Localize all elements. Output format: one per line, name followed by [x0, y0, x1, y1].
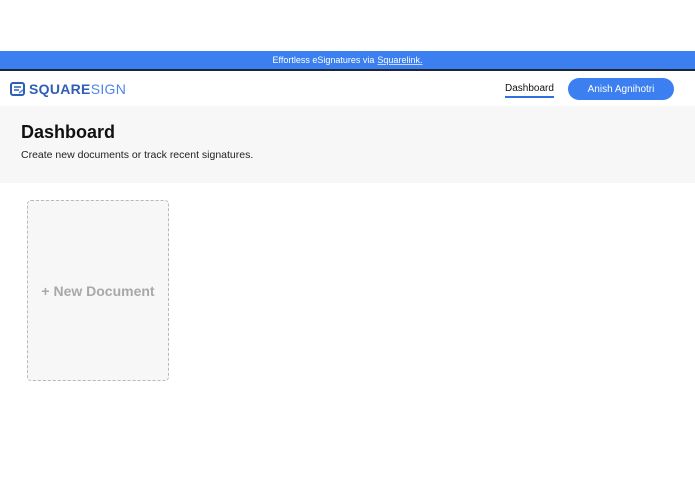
new-document-card[interactable]: + New Document [27, 200, 169, 381]
user-menu-button[interactable]: Anish Agnihotri [568, 78, 674, 100]
banner-link[interactable]: Squarelink. [377, 55, 422, 65]
promo-banner: Effortless eSignatures via Squarelink. [0, 51, 695, 71]
new-document-label: + New Document [41, 282, 155, 299]
navbar: SQUARE SIGN Dashboard Anish Agnihotri [0, 72, 695, 106]
brand-name-secondary: SIGN [90, 81, 127, 97]
page-subtitle: Create new documents or track recent sig… [21, 149, 254, 161]
document-icon [10, 82, 25, 96]
banner-text: Effortless eSignatures via [272, 55, 375, 65]
page: Effortless eSignatures via Squarelink. S… [0, 0, 695, 494]
page-header: Dashboard Create new documents or track … [0, 106, 695, 183]
brand-name-primary: SQUARE [29, 81, 91, 97]
brand-logo[interactable]: SQUARE SIGN [10, 80, 126, 98]
page-title: Dashboard [21, 122, 116, 142]
nav-dashboard-link[interactable]: Dashboard [505, 83, 554, 98]
